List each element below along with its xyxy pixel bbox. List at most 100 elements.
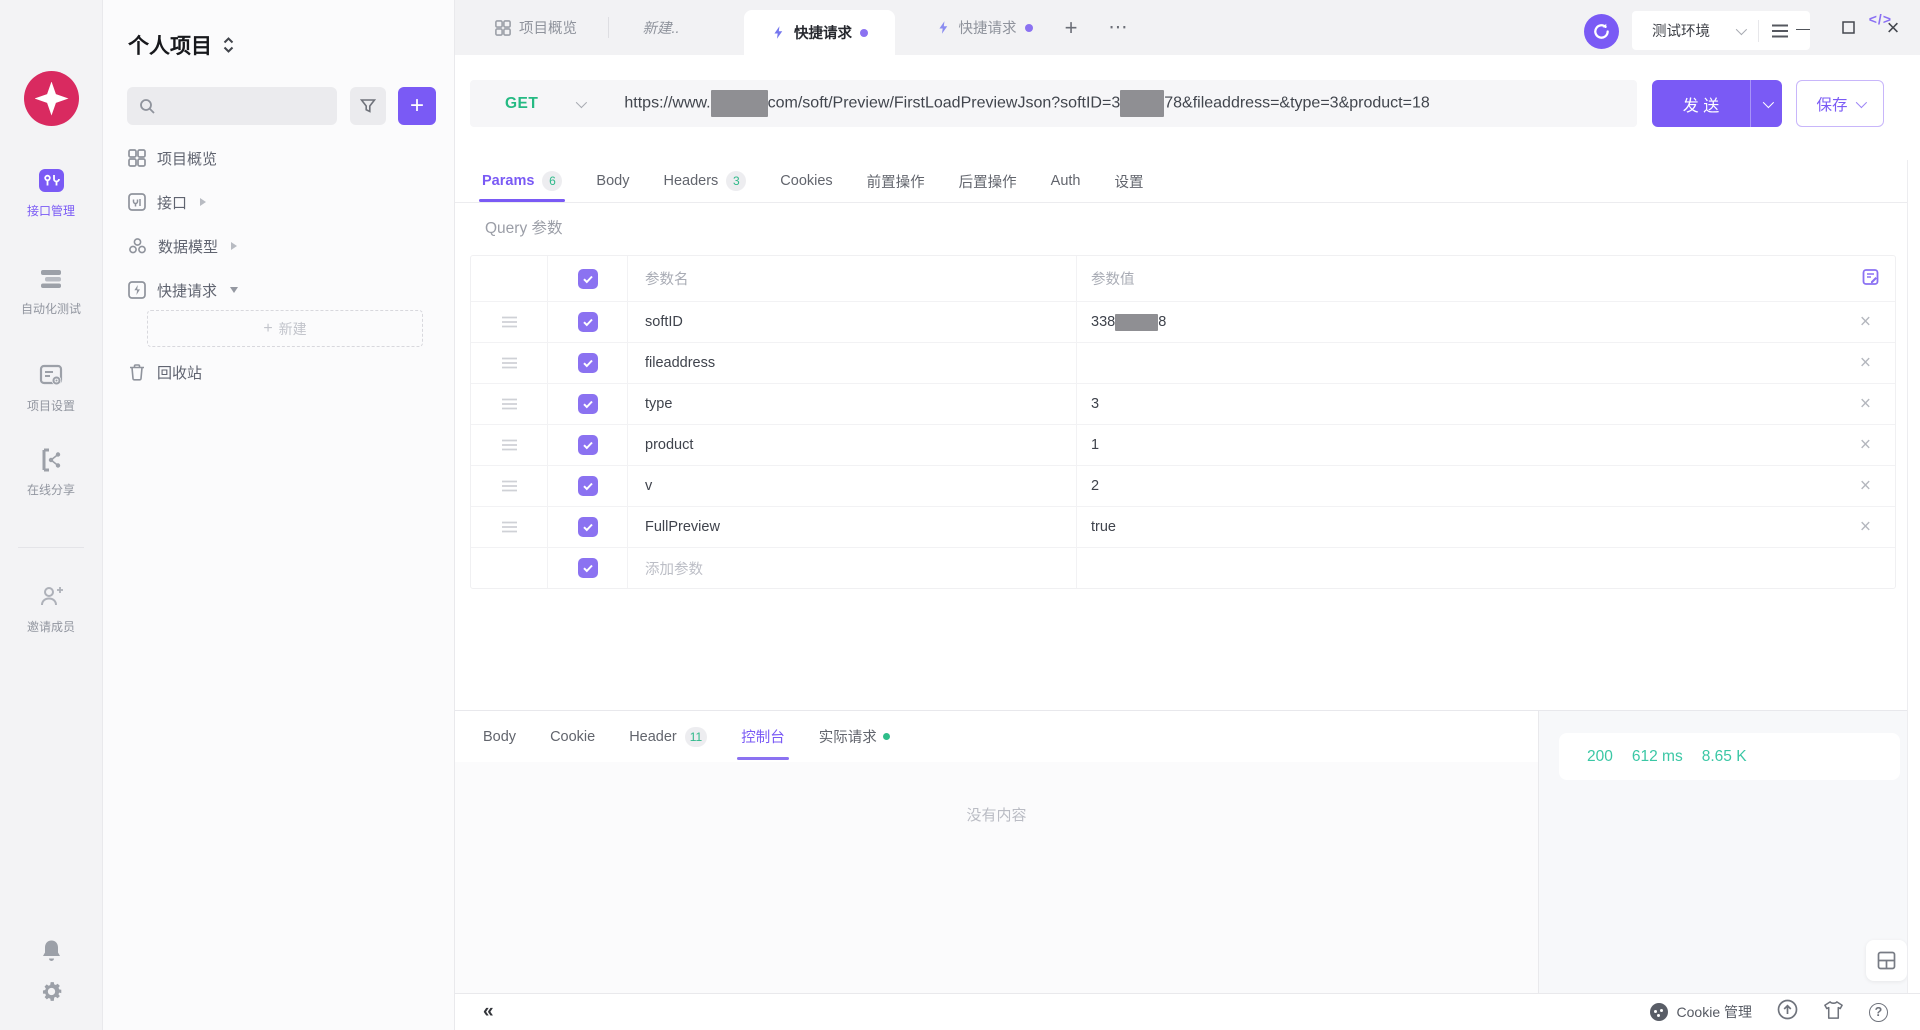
param-check-cell — [548, 384, 628, 424]
upload-button[interactable] — [1777, 999, 1798, 1025]
param-value-cell[interactable]: 3388 × — [1077, 302, 1895, 342]
menu-icon[interactable] — [1771, 24, 1789, 38]
sidebar-item-data-models[interactable]: 数据模型 — [103, 224, 455, 268]
settings-gear-icon[interactable] — [39, 979, 64, 1009]
theme-button[interactable] — [1823, 1000, 1844, 1025]
rail-item-auto-test[interactable]: 自动化测试 — [0, 266, 102, 317]
tab-response-cookie[interactable]: Cookie — [550, 711, 595, 762]
param-check-cell — [548, 548, 628, 588]
sidebar-item-recycle-bin[interactable]: 回收站 — [103, 350, 455, 394]
send-button[interactable]: 发 送 — [1652, 80, 1782, 127]
tab-response-header[interactable]: Header11 — [629, 711, 707, 762]
drag-handle[interactable] — [471, 507, 548, 547]
drag-handle[interactable] — [471, 384, 548, 424]
param-checkbox[interactable] — [578, 476, 598, 496]
tab-response-body[interactable]: Body — [483, 711, 516, 762]
param-checkbox[interactable] — [578, 517, 598, 537]
url-text: com/soft/Preview/FirstLoadPreviewJson?so… — [768, 95, 1121, 112]
tab-quick-request-active[interactable]: 快捷请求 — [744, 10, 895, 55]
param-value-cell[interactable]: 2 × — [1077, 466, 1895, 506]
param-name-cell[interactable]: product — [628, 425, 1077, 465]
search-input[interactable] — [164, 98, 324, 114]
tab-project-overview[interactable]: 项目概览 — [470, 0, 602, 55]
param-value-cell[interactable]: 3 × — [1077, 384, 1895, 424]
send-dropdown[interactable] — [1750, 80, 1782, 127]
param-value-cell[interactable]: × — [1077, 343, 1895, 383]
param-checkbox[interactable] — [578, 394, 598, 414]
param-value-cell[interactable]: true × — [1077, 507, 1895, 547]
param-name-cell[interactable]: v — [628, 466, 1077, 506]
new-quick-request-button[interactable]: + 新建 — [147, 310, 423, 347]
maximize-button[interactable] — [1837, 17, 1859, 39]
param-checkbox[interactable] — [578, 558, 598, 578]
url-input[interactable]: https://www.com/soft/Preview/FirstLoadPr… — [624, 90, 1637, 117]
more-tabs-button[interactable]: ⋯ — [1100, 0, 1136, 55]
param-checkbox[interactable] — [578, 312, 598, 332]
delete-row-icon[interactable]: × — [1860, 395, 1871, 414]
param-name-cell[interactable]: fileaddress — [628, 343, 1077, 383]
tab-settings[interactable]: 设置 — [1115, 160, 1144, 202]
tab-console[interactable]: 控制台 — [741, 711, 785, 762]
help-button[interactable]: ? — [1869, 1003, 1888, 1022]
delete-row-icon[interactable]: × — [1860, 313, 1871, 332]
drag-handle[interactable] — [471, 343, 548, 383]
tab-new-draft[interactable]: 新建.. — [615, 0, 707, 55]
delete-row-icon[interactable]: × — [1860, 436, 1871, 455]
param-value-text: 2 — [1091, 478, 1099, 494]
panel-divider[interactable] — [455, 710, 1920, 711]
delete-row-icon[interactable]: × — [1860, 518, 1871, 537]
sync-button[interactable] — [1584, 14, 1619, 49]
param-name-cell[interactable]: softID — [628, 302, 1077, 342]
delete-row-icon[interactable]: × — [1860, 477, 1871, 496]
environment-select[interactable]: 测试环境 — [1652, 20, 1710, 41]
drag-handle[interactable] — [471, 425, 548, 465]
rail-item-online-share[interactable]: 在线分享 — [0, 447, 102, 498]
param-name-cell[interactable]: type — [628, 384, 1077, 424]
code-view-icon[interactable]: </> — [1869, 11, 1892, 27]
project-switcher[interactable]: 个人项目 — [128, 30, 235, 60]
drag-handle[interactable] — [471, 302, 548, 342]
tab-label: 前置操作 — [867, 171, 925, 192]
sidebar-item-project-overview[interactable]: 项目概览 — [103, 136, 455, 180]
param-checkbox[interactable] — [578, 435, 598, 455]
tab-pre-ops[interactable]: 前置操作 — [867, 160, 925, 202]
tab-label: Headers — [663, 173, 718, 189]
tab-params[interactable]: Params6 — [482, 160, 562, 202]
save-button[interactable]: 保存 — [1796, 80, 1884, 127]
notifications-bell-icon[interactable] — [39, 938, 64, 968]
tab-quick-request-2[interactable]: 快捷请求 — [909, 0, 1059, 55]
scrollbar-track[interactable] — [1907, 160, 1920, 993]
tab-body[interactable]: Body — [596, 160, 629, 202]
param-checkbox[interactable] — [578, 353, 598, 373]
project-sort-icon — [222, 36, 235, 54]
param-value-cell[interactable] — [1077, 548, 1895, 588]
param-name-cell[interactable]: FullPreview — [628, 507, 1077, 547]
param-row: type 3 × — [471, 383, 1895, 424]
delete-row-icon[interactable]: × — [1860, 354, 1871, 373]
app-logo[interactable] — [24, 71, 79, 126]
rail-item-api-management[interactable]: 接口管理 — [0, 167, 102, 219]
tab-post-ops[interactable]: 后置操作 — [959, 160, 1017, 202]
drag-handle[interactable] — [471, 466, 548, 506]
rail-item-project-settings[interactable]: 项目设置 — [0, 363, 102, 414]
select-all-checkbox[interactable] — [578, 269, 598, 289]
bulk-edit-icon[interactable] — [1862, 268, 1879, 289]
add-param-input[interactable]: 添加参数 — [628, 548, 1077, 588]
add-tab-button[interactable]: + — [1053, 0, 1089, 55]
sidebar-item-apis[interactable]: 接口 — [103, 180, 455, 224]
param-value-cell[interactable]: 1 × — [1077, 425, 1895, 465]
filter-button[interactable] — [350, 87, 386, 125]
add-new-button[interactable]: + — [398, 87, 436, 125]
tab-auth[interactable]: Auth — [1051, 160, 1081, 202]
tab-cookies[interactable]: Cookies — [780, 160, 832, 202]
sidebar-search[interactable] — [127, 87, 337, 125]
tab-actual-request[interactable]: 实际请求 — [819, 711, 890, 762]
minimize-button[interactable]: — — [1792, 17, 1814, 39]
cookie-manager-button[interactable]: Cookie 管理 — [1650, 1002, 1752, 1022]
collapse-sidebar-button[interactable]: « — [483, 1001, 492, 1023]
rail-item-invite-member[interactable]: 邀请成员 — [0, 584, 102, 635]
sidebar-item-quick-requests[interactable]: 快捷请求 — [103, 268, 455, 312]
method-select[interactable]: GET — [505, 95, 538, 113]
layout-toggle-button[interactable] — [1866, 940, 1907, 981]
tab-headers[interactable]: Headers3 — [663, 160, 746, 202]
